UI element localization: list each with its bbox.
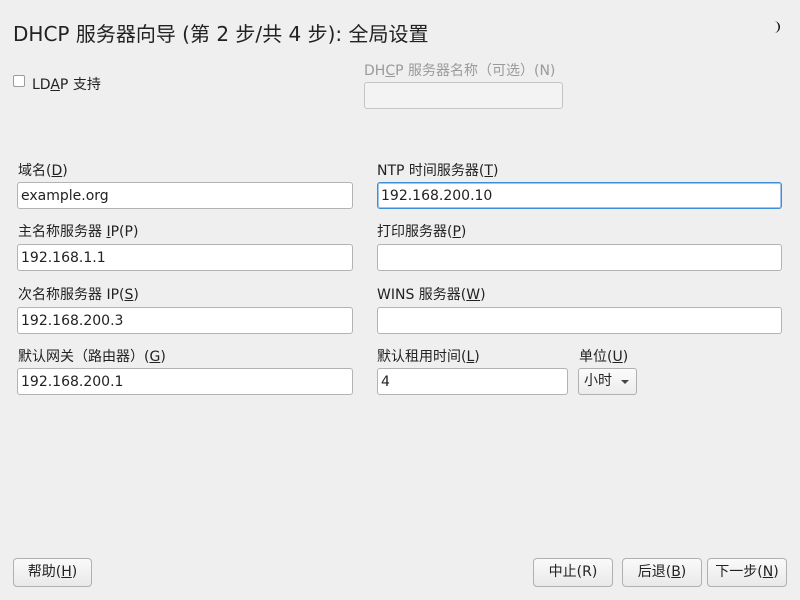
gateway-field[interactable] (17, 368, 353, 395)
unit-select-value: 小时 (584, 373, 612, 389)
gateway-label: 默认网关（路由器）(G) (18, 349, 166, 365)
domain-field[interactable] (17, 182, 353, 209)
secondary-ns-label: 次名称服务器 IP(S) (18, 287, 139, 303)
print-server-label: 打印服务器(P) (377, 224, 467, 240)
help-button[interactable]: 帮助(H) (13, 558, 92, 587)
ldap-checkbox[interactable] (13, 75, 25, 87)
ntp-label: NTP 时间服务器(T) (377, 163, 499, 179)
secondary-ns-field[interactable] (17, 307, 353, 334)
primary-ns-label: 主名称服务器 IP(P) (18, 224, 139, 240)
crescent-moon-icon[interactable] (768, 18, 782, 36)
unit-select[interactable]: 小时 (578, 368, 637, 395)
next-button[interactable]: 下一步(N) (707, 558, 787, 587)
wins-field[interactable] (377, 307, 782, 334)
lease-field[interactable] (377, 368, 568, 395)
wins-label: WINS 服务器(W) (377, 287, 486, 303)
server-name-field[interactable] (364, 82, 563, 109)
print-server-field[interactable] (377, 244, 782, 271)
unit-label: 单位(U) (579, 349, 629, 365)
domain-label: 域名(D) (18, 163, 68, 179)
ntp-field[interactable] (377, 182, 782, 209)
abort-button[interactable]: 中止(R) (533, 558, 613, 587)
chevron-down-icon (621, 380, 629, 384)
page-title: DHCP 服务器向导 (第 2 步/共 4 步): 全局设置 (13, 22, 429, 46)
lease-label: 默认租用时间(L) (377, 349, 480, 365)
server-name-label: DHCP 服务器名称（可选）(N) (364, 63, 556, 79)
ldap-label[interactable]: LDAP 支持 (32, 74, 101, 94)
back-button[interactable]: 后退(B) (622, 558, 702, 587)
primary-ns-field[interactable] (17, 244, 353, 271)
